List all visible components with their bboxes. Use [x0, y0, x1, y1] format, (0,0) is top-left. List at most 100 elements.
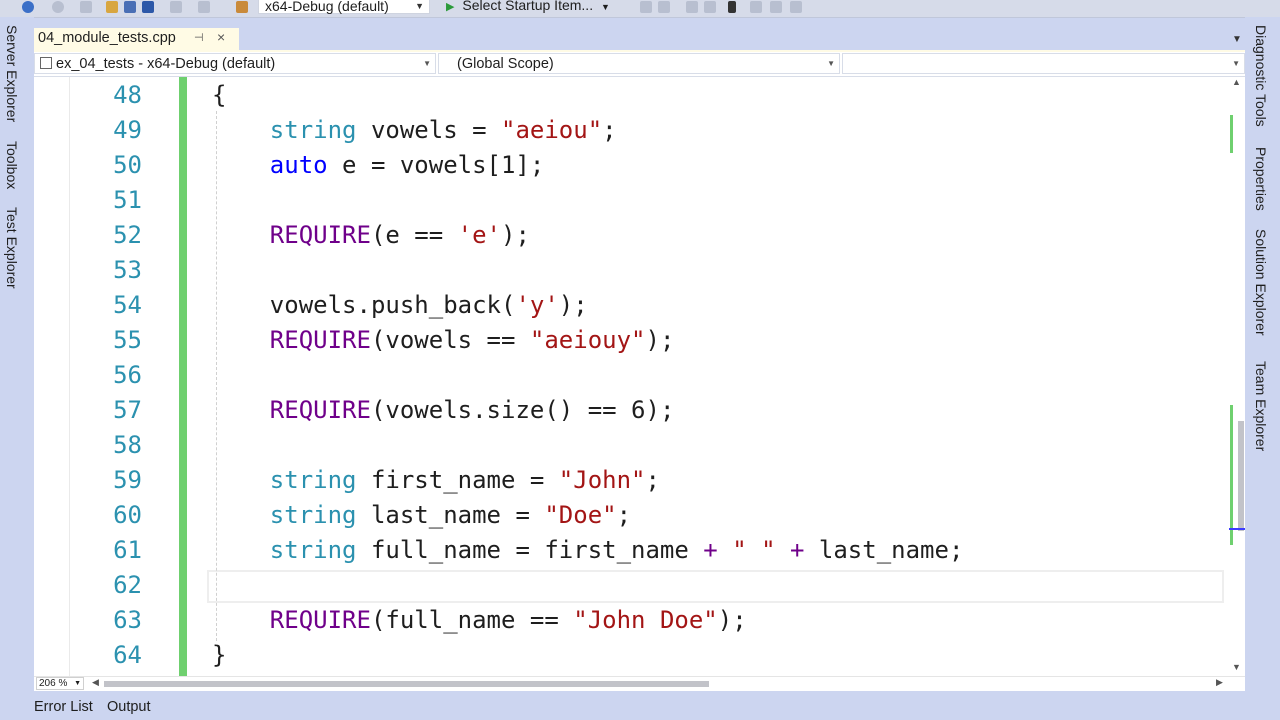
line-number: 58 — [113, 431, 142, 459]
toolbar-icon[interactable] — [658, 1, 670, 13]
open-folder-icon[interactable] — [106, 1, 118, 13]
test-explorer-tab[interactable]: Test Explorer — [4, 207, 20, 289]
line-number: 63 — [113, 606, 142, 634]
line-number: 59 — [113, 466, 142, 494]
toolbox-tab[interactable]: Toolbox — [4, 141, 20, 189]
chevron-down-icon: ▼ — [600, 2, 610, 12]
toolbar-icon[interactable] — [686, 1, 698, 13]
code-line: 52 REQUIRE(e == 'e'); — [34, 218, 1224, 253]
diagnostic-tools-tab[interactable]: Diagnostic Tools — [1253, 25, 1269, 127]
code-line: 55 REQUIRE(vowels == "aeiouy"); — [34, 323, 1224, 358]
chevron-down-icon: ▼ — [1232, 59, 1240, 68]
toolbar-icon[interactable] — [640, 1, 652, 13]
line-number: 64 — [113, 641, 142, 669]
properties-tab[interactable]: Properties — [1253, 147, 1269, 211]
redo-icon[interactable] — [198, 1, 210, 13]
code-text: } — [212, 641, 227, 669]
save-all-icon[interactable] — [142, 1, 154, 13]
scroll-down-icon[interactable]: ▼ — [1232, 662, 1241, 672]
vertical-scrollbar[interactable]: ▲ ▼ — [1229, 77, 1245, 676]
undo-icon[interactable] — [170, 1, 182, 13]
chevron-down-icon: ▼ — [74, 680, 81, 687]
scroll-left-icon[interactable]: ◀ — [92, 677, 99, 688]
code-text: auto e = vowels[1]; — [269, 151, 545, 179]
scroll-right-icon[interactable]: ▶ — [1216, 677, 1223, 688]
forward-icon[interactable] — [52, 1, 64, 13]
line-number: 55 — [113, 326, 142, 354]
back-icon[interactable] — [22, 1, 34, 13]
code-line: 48 { — [34, 78, 1224, 113]
line-number: 52 — [113, 221, 142, 249]
code-text: REQUIRE(full_name == "John Doe"); — [269, 606, 747, 634]
toolbar-icon[interactable] — [750, 1, 762, 13]
code-line: 64 } — [34, 638, 1224, 673]
code-line: 62 — [34, 568, 1224, 603]
project-label: ex_04_tests - x64-Debug (default) — [56, 56, 276, 72]
configuration-dropdown[interactable]: x64-Debug (default) ▼ — [258, 0, 430, 14]
line-number: 57 — [113, 396, 142, 424]
scope-dropdown[interactable]: (Global Scope) ▼ — [438, 53, 840, 74]
navigation-bar: ex_04_tests - x64-Debug (default) ▼ (Glo… — [34, 52, 1245, 77]
left-tool-strip: Server Explorer Toolbox Test Explorer — [0, 17, 34, 697]
line-number: 56 — [113, 361, 142, 389]
editor-bottom-bar: 206 % ▼ ◀ ▶ — [34, 676, 1245, 691]
document-tab[interactable]: 04_module_tests.cpp ⊣ × — [34, 28, 239, 50]
code-editor[interactable]: 48 { 49 string vowels = "aeiou"; 50 auto… — [34, 77, 1245, 676]
save-icon[interactable] — [124, 1, 136, 13]
code-text: string last_name = "Doe"; — [269, 501, 632, 529]
code-text: REQUIRE(vowels.size() == 6); — [269, 396, 675, 424]
code-line: 51 — [34, 183, 1224, 218]
close-icon[interactable]: × — [217, 29, 225, 45]
line-number: 62 — [113, 571, 142, 599]
error-list-tab[interactable]: Error List — [34, 699, 93, 715]
tab-overflow-icon[interactable]: ▼ — [1232, 34, 1242, 45]
code-line: 56 — [34, 358, 1224, 393]
zoom-level: 206 % — [39, 678, 68, 689]
line-number: 61 — [113, 536, 142, 564]
scrollbar-thumb[interactable] — [1238, 421, 1244, 531]
code-line: 57 REQUIRE(vowels.size() == 6); — [34, 393, 1224, 428]
code-text: { — [212, 81, 227, 109]
bottom-tool-tabs: Error List Output — [0, 697, 1280, 720]
main-toolbar: x64-Debug (default) ▼ ▶ Select Startup I… — [0, 0, 1280, 18]
toolbar-icon[interactable] — [770, 1, 782, 13]
bookmark-icon[interactable] — [728, 1, 736, 13]
code-line: 50 auto e = vowels[1]; — [34, 148, 1224, 183]
toolbar-icon[interactable] — [704, 1, 716, 13]
change-marker — [1230, 115, 1233, 153]
new-project-icon[interactable] — [80, 1, 92, 13]
pin-icon[interactable]: ⊣ — [194, 31, 204, 44]
play-icon: ▶ — [446, 1, 455, 13]
server-explorer-tab[interactable]: Server Explorer — [4, 25, 20, 122]
code-line: 59 string first_name = "John"; — [34, 463, 1224, 498]
code-line: 60 string last_name = "Doe"; — [34, 498, 1224, 533]
scope-label: (Global Scope) — [457, 56, 554, 72]
code-text: REQUIRE(e == 'e'); — [269, 221, 530, 249]
team-explorer-tab[interactable]: Team Explorer — [1253, 361, 1269, 451]
code-line: 61 string full_name = first_name + " " +… — [34, 533, 1224, 568]
change-marker — [1230, 405, 1233, 545]
code-line: 49 string vowels = "aeiou"; — [34, 113, 1224, 148]
member-dropdown[interactable]: ▼ — [842, 53, 1245, 74]
output-tab[interactable]: Output — [107, 699, 151, 715]
project-icon — [40, 57, 52, 69]
right-tool-strip: Diagnostic Tools Properties Solution Exp… — [1245, 17, 1280, 697]
chevron-down-icon: ▼ — [827, 59, 835, 68]
line-number: 51 — [113, 186, 142, 214]
scroll-up-icon[interactable]: ▲ — [1232, 77, 1241, 87]
project-dropdown[interactable]: ex_04_tests - x64-Debug (default) ▼ — [34, 53, 436, 74]
start-button[interactable]: ▶ Select Startup Item... ▼ — [446, 0, 610, 14]
zoom-dropdown[interactable]: 206 % ▼ — [36, 677, 84, 690]
code-text: string vowels = "aeiou"; — [269, 116, 617, 144]
find-icon[interactable] — [236, 1, 248, 13]
horizontal-scrollbar-thumb[interactable] — [104, 681, 709, 687]
line-number: 49 — [113, 116, 142, 144]
solution-explorer-tab[interactable]: Solution Explorer — [1253, 229, 1269, 336]
chevron-down-icon: ▼ — [415, 1, 424, 11]
toolbar-icon[interactable] — [790, 1, 802, 13]
code-text: vowels.push_back('y'); — [212, 291, 588, 319]
document-tab-filename: 04_module_tests.cpp — [38, 30, 176, 46]
code-text: string first_name = "John"; — [269, 466, 660, 494]
start-label: Select Startup Item... — [462, 0, 594, 13]
code-line: 53 — [34, 253, 1224, 288]
